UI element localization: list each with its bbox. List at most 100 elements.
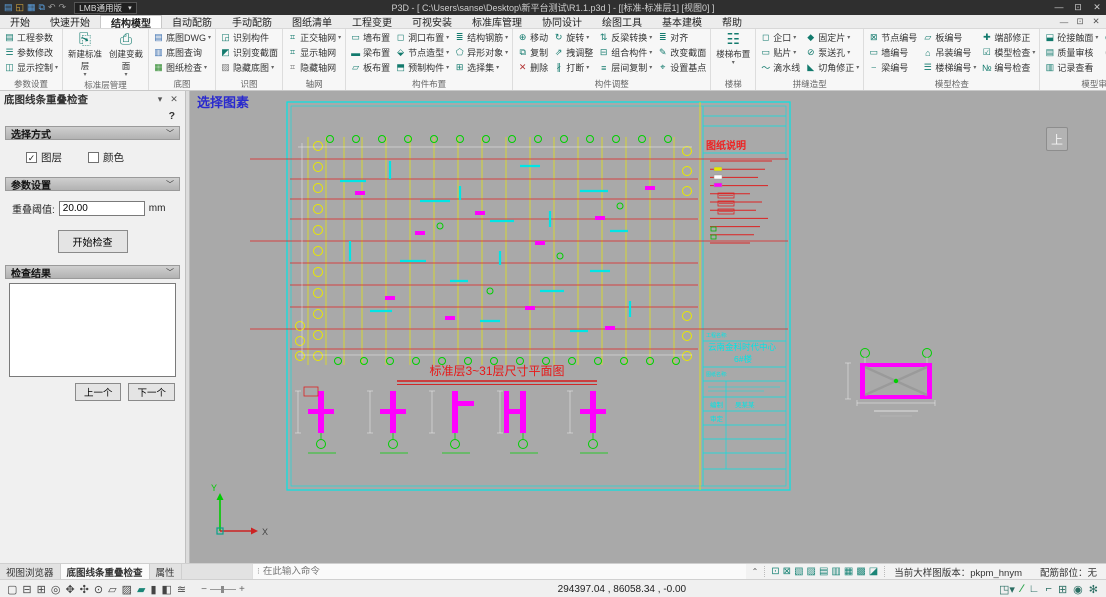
view-perspective-icon[interactable]: ◪ [869,566,878,577]
panel-close-icon[interactable]: ✕ [167,94,181,105]
ref-plane-icon[interactable]: ⊠ [783,566,791,577]
collapse-command-icon[interactable]: ⌃ [746,567,765,576]
ribbon-button-滴水线[interactable]: 〜滴水线 [758,60,802,75]
ribbon-button-质量审核[interactable]: ▤质量审核 [1042,45,1100,60]
ribbon-button-节点编号[interactable]: ⊠节点编号 [866,30,919,45]
ribbon-button-显示轴网[interactable]: ⌗显示轴网 [285,45,343,60]
command-input[interactable] [263,566,746,577]
undo-icon[interactable]: ↶ [48,3,56,12]
tab-工程变更[interactable]: 工程变更 [342,15,402,28]
ribbon-button-编号检查[interactable]: №编号检查 [979,60,1037,75]
drawing-canvas[interactable]: 选择图素 图纸说明工程名称:云南金科时代中心6#楼图纸名称:编制吴某某审定标准层… [190,91,1106,563]
ribbon-button-复制[interactable]: ⧉复制 [515,45,550,60]
ribbon-button-异形对象[interactable]: ⬠异形对象▾ [452,45,510,60]
ribbon-button-工程参数[interactable]: ▤工程参数 [2,30,60,45]
ribbon-button-参数修改[interactable]: ☰参数修改 [2,45,60,60]
tab-绘图工具[interactable]: 绘图工具 [592,15,652,28]
ribbon-button-固定片[interactable]: ◆固定片▾ [803,30,861,45]
ribbon-button-隐藏底图[interactable]: ▨隐藏底图▾ [218,60,280,75]
ribbon-button-设置基点[interactable]: ⌖设置基点 [655,60,708,75]
view-cube-top-icon[interactable]: ▦ [844,566,853,577]
doc-minimize-icon[interactable]: — [1057,17,1071,27]
ribbon-button-节点造型[interactable]: ⬙节点造型▾ [393,45,451,60]
ribbon-button-墙布置[interactable]: ▭墙布置 [348,30,392,45]
ribbon-button-企口[interactable]: ◻企口▾ [758,30,802,45]
ribbon-button-模型检查[interactable]: ☑模型检查▾ [979,45,1037,60]
solid-edge-icon[interactable]: ◧ [162,583,172,596]
ribbon-button-楼梯编号[interactable]: ☰楼梯编号▾ [920,60,978,75]
ribbon-button-切角修正[interactable]: ◣切角修正▾ [803,60,861,75]
wireframe-icon[interactable]: ▱ [108,583,116,596]
hidden-line-icon[interactable]: ▨ [122,583,132,596]
section-params[interactable]: 参数设置 ﹀ [5,177,180,191]
section-select-mode[interactable]: 选择方式 ﹀ [5,126,180,140]
ribbon-button-反梁转换[interactable]: ⇅反梁转换▾ [596,30,654,45]
orbit-icon[interactable]: ✣ [80,583,89,596]
template-dropdown[interactable]: LMB通用版 ▾ [74,2,137,14]
shaded-icon[interactable]: ▰ [137,583,145,596]
polar-icon[interactable]: ∟ [1029,583,1040,595]
snap-icon[interactable]: ∕ [1021,583,1023,595]
ribbon-button-墙编号[interactable]: ▭墙编号 [866,45,919,60]
up-button[interactable]: 上 [1046,127,1068,151]
ribbon-button-图纸检查[interactable]: ▦图纸检查▾ [151,60,213,75]
save-icon[interactable]: ▦ [27,3,36,12]
zoom-slider[interactable]: − + [193,584,253,595]
ribbon-button-创建变截面[interactable]: ⎙创建变截面▾ [106,30,146,79]
ribbon-button-组合构件[interactable]: ⊟组合构件▾ [596,45,654,60]
ribbon-button-板布置[interactable]: ▱板布置 [348,60,392,75]
tab-可视安装[interactable]: 可视安装 [402,15,462,28]
tab-开始[interactable]: 开始 [0,15,40,28]
dock-tab-底图线条重叠检查[interactable]: 底图线条重叠检查 [61,564,150,579]
settings-gear-icon[interactable]: ✻ [1089,583,1098,596]
ribbon-button-隐藏轴网[interactable]: ⌗隐藏轴网 [285,60,343,75]
panel-help-icon[interactable]: ? [0,108,185,124]
ribbon-button-预制构件[interactable]: ⬒预制构件▾ [393,60,451,75]
ribbon-button-楼梯布置[interactable]: ☷楼梯布置▾ [713,30,753,67]
ribbon-button-旋转[interactable]: ↻旋转▾ [551,30,595,45]
add-view-icon[interactable]: ⊞ [37,583,46,596]
ribbon-button-记录查看[interactable]: ▥记录查看 [1042,60,1100,75]
new-file-icon[interactable]: ▤ [4,3,13,12]
ribbon-button-正交轴网[interactable]: ⌗正交轴网▾ [285,30,343,45]
tab-帮助[interactable]: 帮助 [712,15,752,28]
ribbon-button-砼接触面[interactable]: ⬓砼接触面▾ [1042,30,1100,45]
zoom-extents-icon[interactable]: ◎ [51,583,61,596]
threshold-input[interactable] [59,201,145,216]
section-results[interactable]: 检查结果 ﹀ [5,265,180,279]
tab-标准库管理[interactable]: 标准库管理 [462,15,532,28]
ribbon-button-结构钢筋[interactable]: ≣结构钢筋▾ [452,30,510,45]
ortho-icon[interactable]: ⌐ [1046,583,1052,595]
ribbon-button-吊装编号[interactable]: ⌂吊装编号 [920,45,978,60]
view-cube-bottom-icon[interactable]: ▩ [856,566,865,577]
ribbon-button-新建标准层[interactable]: ⎘新建标准层▾ [65,30,105,79]
ribbon-button-删除[interactable]: ✕删除 [515,60,550,75]
ribbon-button-梁编号[interactable]: ⎯梁编号 [866,60,919,75]
save-all-icon[interactable]: ⧉ [39,3,45,12]
dock-tab-属性[interactable]: 属性 [150,564,182,579]
ribbon-button-改变截面[interactable]: ✎改变截面 [655,45,708,60]
tab-快速开始[interactable]: 快速开始 [40,15,100,28]
minimize-icon[interactable]: — [1050,2,1068,13]
ribbon-button-对齐[interactable]: ≣对齐 [655,30,708,45]
tab-图纸清单[interactable]: 图纸清单 [282,15,342,28]
view-cube-left-icon[interactable]: ▤ [819,566,828,577]
zoom-out-icon[interactable]: − [201,584,207,595]
ribbon-button-模型锁定[interactable]: ◉模型锁定 [1101,30,1106,45]
ribbon-button-打断[interactable]: ∦打断▾ [551,60,595,75]
tab-基本建模[interactable]: 基本建模 [652,15,712,28]
new-view-icon[interactable]: ▢ [7,583,17,596]
tab-结构模型[interactable]: 结构模型 [100,15,162,28]
ribbon-button-识别变截面[interactable]: ◩识别变截面 [218,45,280,60]
ribbon-button-选择集[interactable]: ⊞选择集▾ [452,60,510,75]
zoom-window-icon[interactable]: ⊙ [94,583,103,596]
ribbon-button-显示控制[interactable]: ◫显示控制▾ [2,60,60,75]
close-icon[interactable]: ✕ [1088,2,1106,13]
start-check-button[interactable]: 开始检查 [58,230,128,253]
ribbon-button-拽调整[interactable]: ⇗拽调整 [551,45,595,60]
ribbon-button-底图查询[interactable]: ▥底图查询 [151,45,213,60]
next-result-button[interactable]: 下一个 [128,383,175,401]
checkbox-颜色[interactable]: 颜色 [88,150,124,165]
tab-协同设计[interactable]: 协同设计 [532,15,592,28]
tab-自动配筋[interactable]: 自动配筋 [162,15,222,28]
